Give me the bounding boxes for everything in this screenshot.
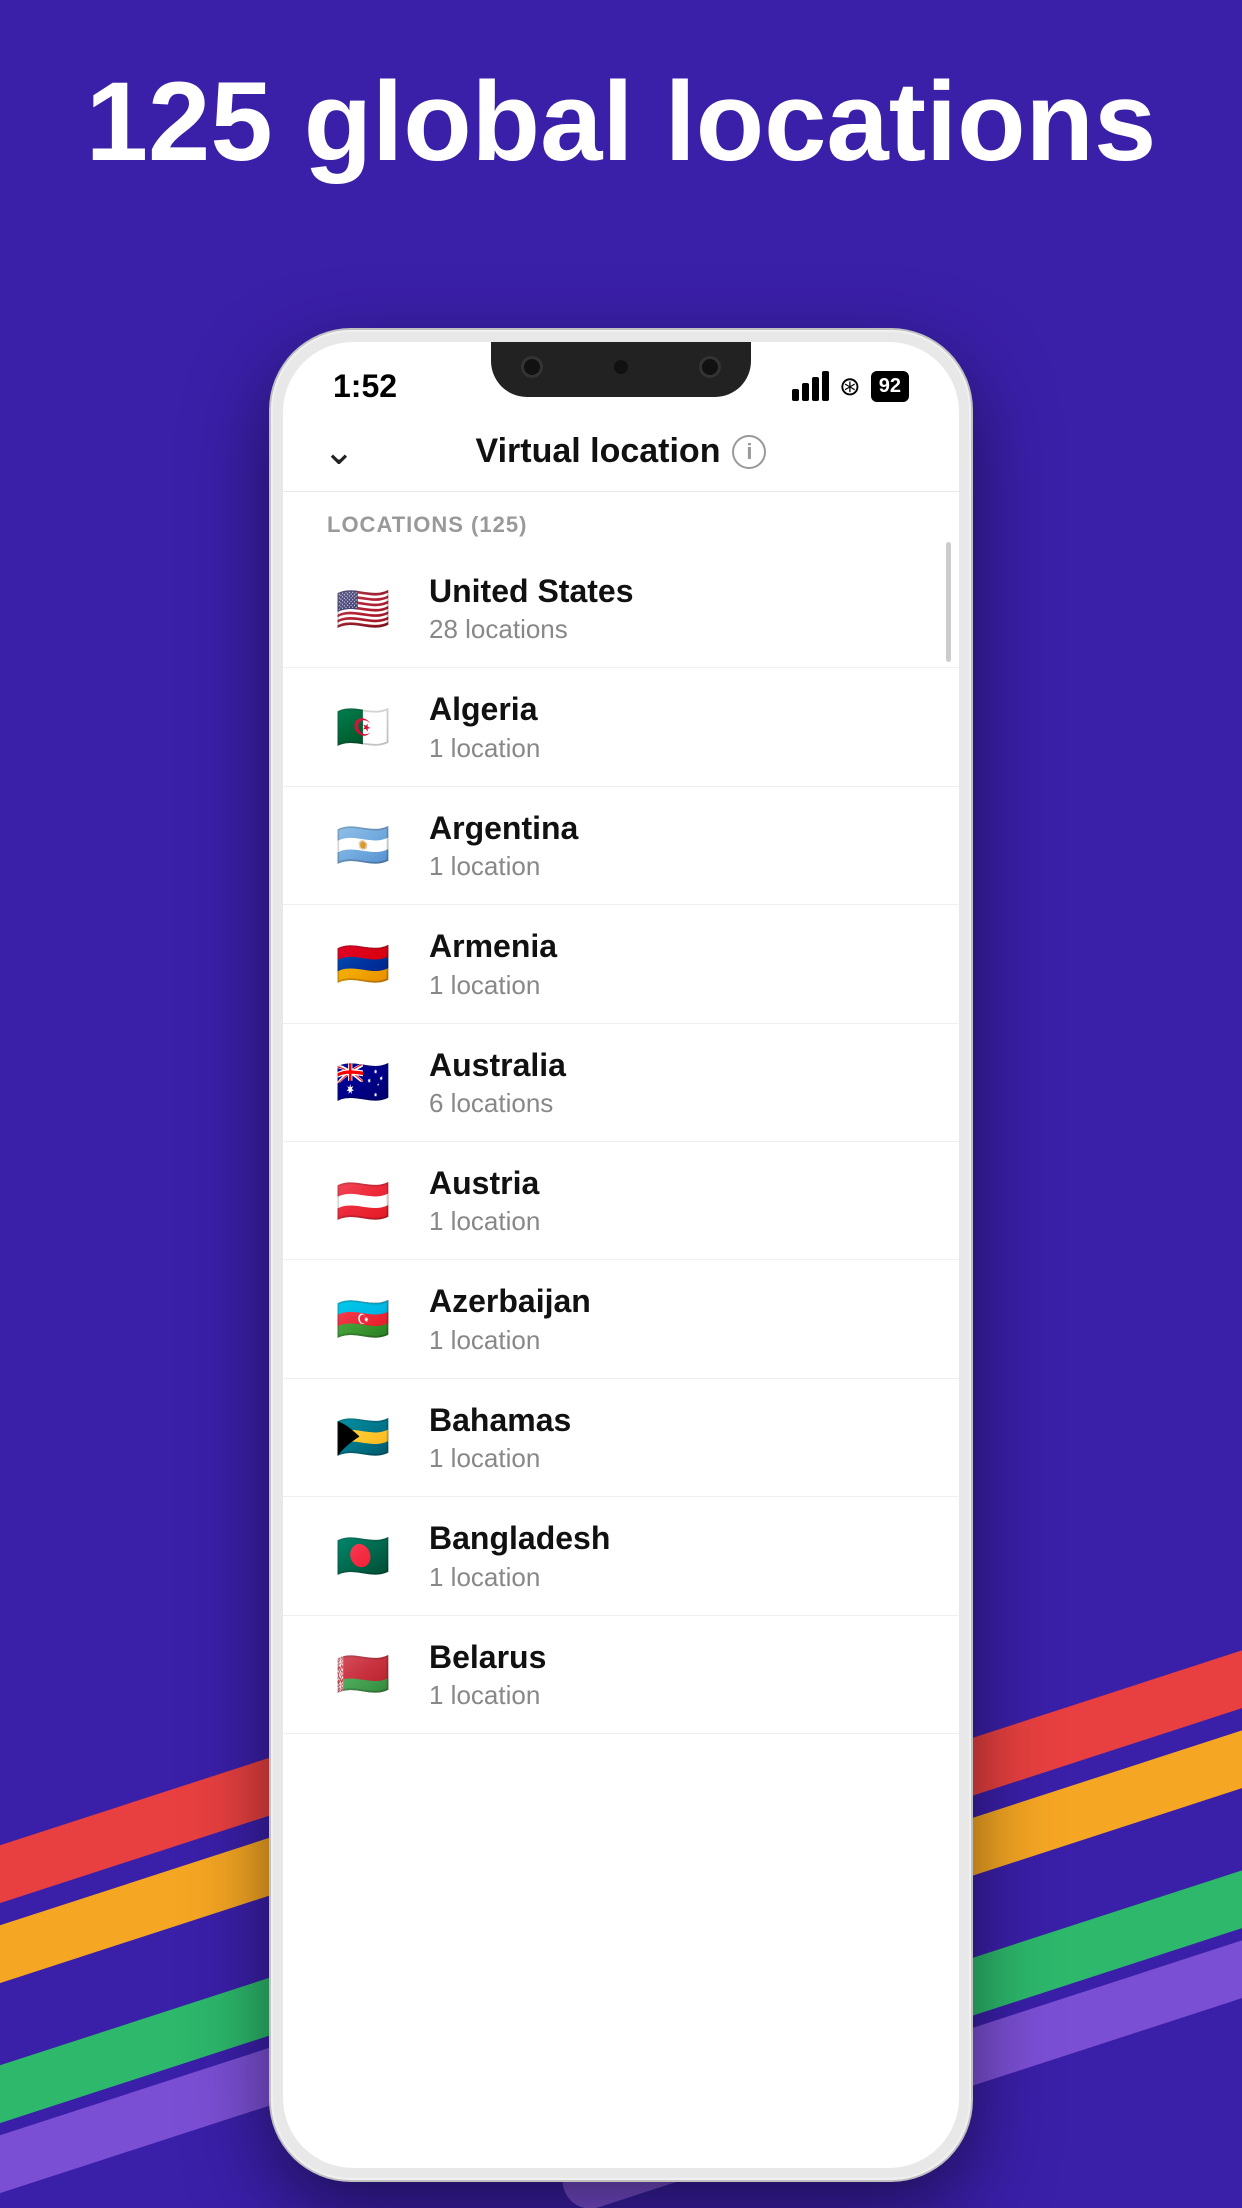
location-item-by[interactable]: 🇧🇾 Belarus 1 location <box>283 1616 959 1734</box>
flag-dz: 🇩🇿 <box>327 691 399 763</box>
location-info-az: Azerbaijan 1 location <box>429 1282 915 1355</box>
battery-icon: 92 <box>871 371 909 402</box>
screen-title: Virtual location <box>476 432 721 471</box>
wifi-icon: ⊛ <box>839 371 861 402</box>
location-list: 🇺🇸 United States 28 locations 🇩🇿 Algeria… <box>283 550 959 1734</box>
signal-bar-2 <box>802 383 809 401</box>
location-name-bd: Bangladesh <box>429 1519 915 1557</box>
signal-icon <box>792 371 829 401</box>
location-item-dz[interactable]: 🇩🇿 Algeria 1 location <box>283 668 959 786</box>
location-name-az: Azerbaijan <box>429 1282 915 1320</box>
signal-bar-4 <box>822 371 829 401</box>
flag-bd: 🇧🇩 <box>327 1520 399 1592</box>
flag-by: 🇧🇾 <box>327 1638 399 1710</box>
location-info-us: United States 28 locations <box>429 572 915 645</box>
location-info-by: Belarus 1 location <box>429 1638 915 1711</box>
flag-at: 🇦🇹 <box>327 1165 399 1237</box>
location-item-us[interactable]: 🇺🇸 United States 28 locations <box>283 550 959 668</box>
location-count-az: 1 location <box>429 1325 915 1356</box>
location-count-ar: 1 location <box>429 851 915 882</box>
scrollbar[interactable] <box>946 542 951 662</box>
location-count-at: 1 location <box>429 1206 915 1237</box>
location-item-bd[interactable]: 🇧🇩 Bangladesh 1 location <box>283 1497 959 1615</box>
location-info-ar: Argentina 1 location <box>429 809 915 882</box>
location-count-by: 1 location <box>429 1680 915 1711</box>
location-info-am: Armenia 1 location <box>429 927 915 1000</box>
location-count-bs: 1 location <box>429 1443 915 1474</box>
location-name-dz: Algeria <box>429 690 915 728</box>
signal-bar-1 <box>792 389 799 401</box>
status-time: 1:52 <box>333 368 397 405</box>
status-icons: ⊛ 92 <box>792 371 909 402</box>
status-bar: 1:52 ⊛ 92 <box>283 342 959 412</box>
location-count-bd: 1 location <box>429 1562 915 1593</box>
location-name-at: Austria <box>429 1164 915 1202</box>
location-count-au: 6 locations <box>429 1088 915 1119</box>
info-icon[interactable]: i <box>732 435 766 469</box>
location-info-bd: Bangladesh 1 location <box>429 1519 915 1592</box>
phone-mockup: 1:52 ⊛ 92 ⌄ Virtual locati <box>271 330 971 2180</box>
location-count-am: 1 location <box>429 970 915 1001</box>
section-label: LOCATIONS (125) <box>283 492 959 550</box>
location-info-bs: Bahamas 1 location <box>429 1401 915 1474</box>
app-header: ⌄ Virtual location i <box>283 412 959 492</box>
signal-bar-3 <box>812 377 819 401</box>
back-button[interactable]: ⌄ <box>323 429 355 474</box>
flag-bs: 🇧🇸 <box>327 1401 399 1473</box>
location-name-us: United States <box>429 572 915 610</box>
phone-frame: 1:52 ⊛ 92 ⌄ Virtual locati <box>271 330 971 2180</box>
flag-ar: 🇦🇷 <box>327 809 399 881</box>
location-item-az[interactable]: 🇦🇿 Azerbaijan 1 location <box>283 1260 959 1378</box>
flag-us: 🇺🇸 <box>327 573 399 645</box>
flag-am: 🇦🇲 <box>327 928 399 1000</box>
flag-az: 🇦🇿 <box>327 1283 399 1355</box>
location-info-dz: Algeria 1 location <box>429 690 915 763</box>
hero-title: 125 global locations <box>0 60 1242 183</box>
location-item-bs[interactable]: 🇧🇸 Bahamas 1 location <box>283 1379 959 1497</box>
location-info-at: Austria 1 location <box>429 1164 915 1237</box>
location-name-au: Australia <box>429 1046 915 1084</box>
location-item-au[interactable]: 🇦🇺 Australia 6 locations <box>283 1024 959 1142</box>
flag-au: 🇦🇺 <box>327 1046 399 1118</box>
location-name-ar: Argentina <box>429 809 915 847</box>
location-name-bs: Bahamas <box>429 1401 915 1439</box>
location-count-dz: 1 location <box>429 733 915 764</box>
location-item-ar[interactable]: 🇦🇷 Argentina 1 location <box>283 787 959 905</box>
location-name-by: Belarus <box>429 1638 915 1676</box>
phone-screen: 1:52 ⊛ 92 ⌄ Virtual locati <box>283 342 959 2168</box>
location-name-am: Armenia <box>429 927 915 965</box>
location-count-us: 28 locations <box>429 614 915 645</box>
location-item-at[interactable]: 🇦🇹 Austria 1 location <box>283 1142 959 1260</box>
location-item-am[interactable]: 🇦🇲 Armenia 1 location <box>283 905 959 1023</box>
location-info-au: Australia 6 locations <box>429 1046 915 1119</box>
